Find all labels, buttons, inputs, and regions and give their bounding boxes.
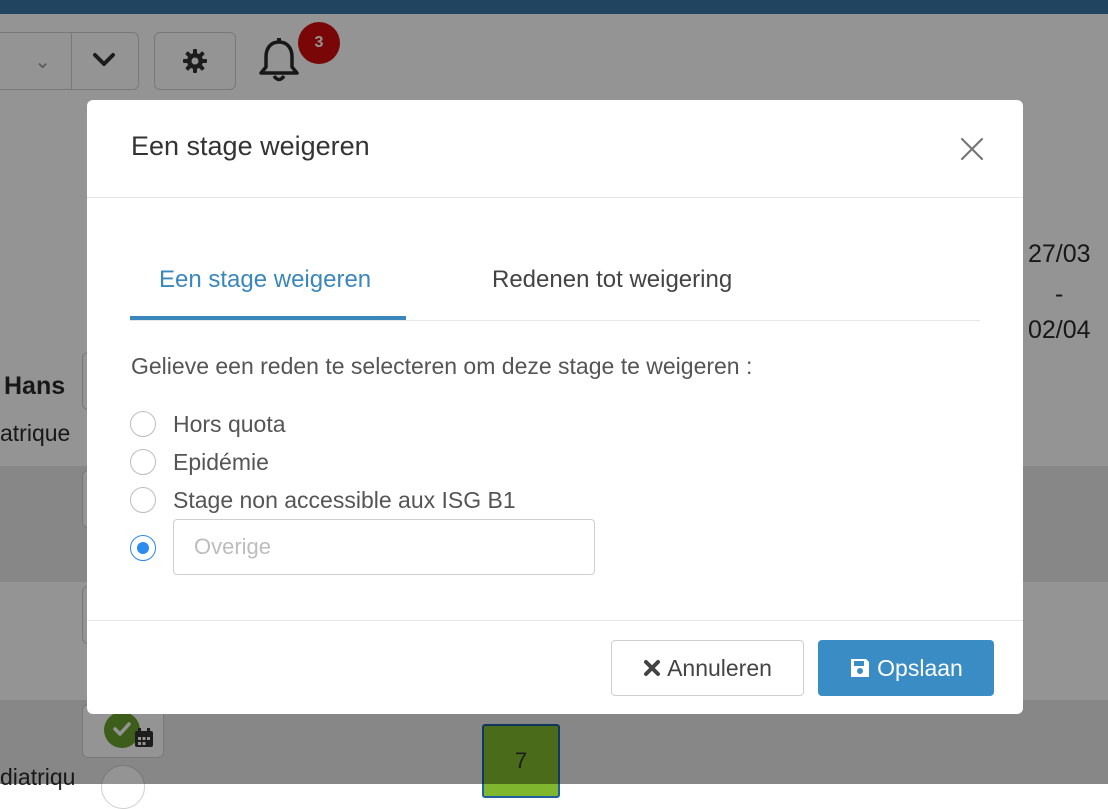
reason-option-hors-quota[interactable]: Hors quota [130,409,286,439]
active-tab-indicator [130,316,406,320]
refuse-stage-modal: Een stage weigeren Een stage weigeren Re… [87,100,1023,714]
reason-prompt: Gelieve een reden te selecteren om deze … [131,353,753,379]
times-icon [644,660,661,676]
radio-button[interactable] [130,487,156,513]
reason-option-other[interactable] [130,533,156,563]
radio-button[interactable] [130,411,156,437]
tab-refusal-reasons[interactable]: Redenen tot weigering [492,266,732,294]
close-icon[interactable] [959,136,985,162]
save-icon [851,659,870,677]
cancel-button-label: Annuleren [667,654,772,681]
modal-header: Een stage weigeren [87,100,1023,198]
reason-option-epidemie[interactable]: Epidémie [130,447,269,477]
cancel-button[interactable]: Annuleren [611,640,804,696]
modal-footer: Annuleren Opslaan [87,620,1023,714]
save-button[interactable]: Opslaan [818,640,994,696]
reason-option-label: Hors quota [173,410,286,437]
save-button-label: Opslaan [877,654,963,681]
radio-button[interactable] [130,449,156,475]
tab-refuse-stage[interactable]: Een stage weigeren [159,266,371,294]
modal-title: Een stage weigeren [131,131,370,161]
modal-tabs: Een stage weigeren Redenen tot weigering [130,248,980,321]
reason-option-label: Stage non accessible aux ISG B1 [173,486,516,513]
other-reason-input[interactable] [173,519,595,575]
reason-option-non-accessible[interactable]: Stage non accessible aux ISG B1 [130,485,516,515]
radio-button-selected[interactable] [130,535,156,561]
reason-option-label: Epidémie [173,448,269,475]
